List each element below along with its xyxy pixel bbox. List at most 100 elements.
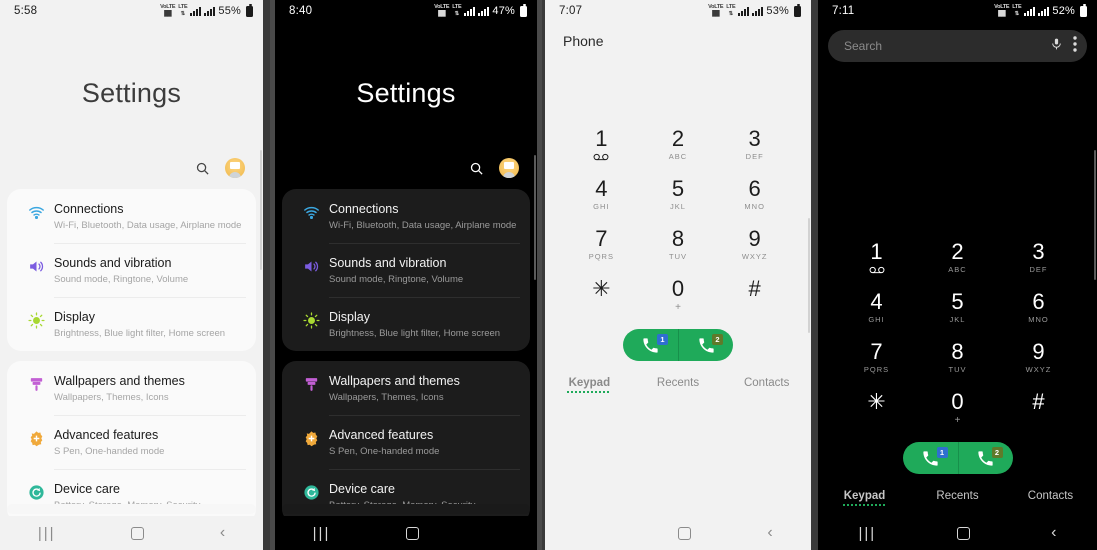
dialpad-key[interactable]: 8 TUV <box>640 227 717 262</box>
brightness-icon <box>19 308 54 329</box>
dialpad-key-number: 5 <box>951 289 964 314</box>
settings-row[interactable]: Connections Wi-Fi, Bluetooth, Data usage,… <box>282 189 530 243</box>
bottom-tabs: Keypad Recents Contacts <box>545 377 811 393</box>
dialpad-key[interactable]: # <box>716 277 793 313</box>
status-indicators: VoLTE ██ LTE ⇅ 53% <box>708 3 801 18</box>
recents-icon[interactable]: ||| <box>38 525 56 542</box>
battery-percent: 52% <box>1052 5 1075 17</box>
settings-row[interactable]: Connections Wi-Fi, Bluetooth, Data usage,… <box>7 189 256 243</box>
settings-row[interactable]: Device careBattery, Storage, Memory, Sec… <box>7 469 256 523</box>
dialpad-key[interactable]: 6 MNO <box>998 289 1079 325</box>
dialpad-key[interactable]: 5 JKL <box>640 177 717 212</box>
call-button-sim1[interactable]: 1 <box>903 442 958 474</box>
tab-recents[interactable]: Recents <box>634 377 723 393</box>
dialpad-key[interactable]: 7 PQRS <box>563 227 640 262</box>
search-icon[interactable] <box>191 157 213 179</box>
lte-icon: LTE ⇅ <box>1012 4 1022 17</box>
dialpad-key-number: 6 <box>1032 289 1045 314</box>
settings-row-subtitle: S Pen, One-handed mode <box>329 446 440 457</box>
settings-row-subtitle: Wi-Fi, Bluetooth, Data usage, Airplane m… <box>54 220 242 231</box>
dialpad-key[interactable]: 1 <box>836 240 917 274</box>
dialpad-key[interactable]: 2 ABC <box>917 240 998 275</box>
dialpad-key[interactable]: 3 DEF <box>998 240 1079 275</box>
signal-bars-sim2 <box>478 6 490 16</box>
settings-row[interactable]: Wallpapers and themes Wallpapers, Themes,… <box>7 361 256 415</box>
dialpad-key[interactable]: 6 MNO <box>716 177 793 212</box>
gear-plus-icon <box>19 426 54 447</box>
system-navigation-bar: ||| ‹ <box>0 516 263 550</box>
dialpad-key[interactable]: 5 JKL <box>917 289 998 325</box>
recents-icon[interactable]: ||| <box>313 525 331 542</box>
more-options-icon[interactable] <box>1073 35 1077 57</box>
status-bar: 7:11 VoLTE ██ LTE ⇅ 52% <box>818 0 1097 22</box>
dialpad-key[interactable]: 0 + <box>917 390 998 427</box>
microphone-icon[interactable] <box>1050 36 1063 57</box>
search-input[interactable]: Search <box>844 39 1040 53</box>
back-icon[interactable]: ‹ <box>220 524 225 542</box>
signal-bars-sim1 <box>190 6 202 16</box>
dialpad-key[interactable]: 1 <box>563 127 640 161</box>
dialpad: 1 2 ABC 3 DEF 4 GHI 5 JKL 6 MNO 7 PQRS 8 TUV 9 WXYZ ✳ 0 + # <box>545 127 811 314</box>
tab-recents[interactable]: Recents <box>911 490 1004 506</box>
dialpad-key[interactable]: 7 PQRS <box>836 340 917 375</box>
dialpad-key-letters: TUV <box>668 252 687 261</box>
signal-bars-sim2 <box>752 6 764 16</box>
call-button-sim2[interactable]: 2 <box>957 442 1013 474</box>
search-icon[interactable] <box>465 157 487 179</box>
scrollbar[interactable] <box>534 155 536 280</box>
dialpad-key[interactable]: 3 DEF <box>716 127 793 162</box>
dialpad-key-number: 1 <box>870 239 883 264</box>
scrollbar[interactable] <box>808 218 810 333</box>
back-icon[interactable]: ‹ <box>767 524 772 542</box>
search-bar[interactable]: Search <box>828 30 1087 62</box>
settings-row[interactable]: Advanced features S Pen, One-handed mode <box>282 415 530 469</box>
dialpad-key[interactable]: 2 ABC <box>640 127 717 162</box>
home-icon[interactable] <box>131 526 145 540</box>
tab-keypad[interactable]: Keypad <box>818 490 911 506</box>
dialpad-key[interactable]: 4 GHI <box>836 290 917 325</box>
recents-icon[interactable]: ||| <box>858 525 876 542</box>
settings-row[interactable]: Sounds and vibration Sound mode, Ringtone… <box>7 243 256 297</box>
dialpad-key-letters: JKL <box>949 315 966 324</box>
status-time: 7:11 <box>832 5 855 17</box>
dialpad-key[interactable]: 8 TUV <box>917 340 998 375</box>
back-icon[interactable]: ‹ <box>1051 524 1056 542</box>
settings-row[interactable]: Wallpapers and themes Wallpapers, Themes,… <box>282 361 530 415</box>
battery-icon <box>794 3 801 17</box>
settings-row[interactable]: Advanced features S Pen, One-handed mode <box>7 415 256 469</box>
sim2-badge: 2 <box>991 447 1003 458</box>
tab-keypad[interactable]: Keypad <box>545 377 634 393</box>
dialpad-key[interactable]: 9 WXYZ <box>716 227 793 262</box>
call-button-sim1[interactable]: 1 <box>623 329 678 361</box>
tab-contacts[interactable]: Contacts <box>1004 490 1097 506</box>
settings-row[interactable]: Display Brightness, Blue light filter, Ho… <box>7 297 256 351</box>
battery-icon <box>246 3 253 17</box>
status-bar: 5:58 VoLTE ██ LTE ⇅ 55% <box>0 0 263 22</box>
settings-row-title: Connections <box>329 202 399 216</box>
scrollbar[interactable] <box>1094 150 1096 280</box>
settings-row[interactable]: Display Brightness, Blue light filter, Ho… <box>282 297 530 351</box>
dialpad-key[interactable]: 4 GHI <box>563 177 640 212</box>
call-button-sim2[interactable]: 2 <box>678 329 733 361</box>
settings-row[interactable]: Device careBattery, Storage, Memory, Sec… <box>282 469 530 523</box>
dialpad-key[interactable]: 0 + <box>640 277 717 314</box>
avatar[interactable] <box>499 158 519 178</box>
tab-contacts[interactable]: Contacts <box>722 377 811 393</box>
dialpad-key[interactable]: ✳ <box>563 277 640 313</box>
settings-row-subtitle: Brightness, Blue light filter, Home scre… <box>329 328 501 339</box>
status-indicators: VoLTE ██ LTE ⇅ 55% <box>160 3 253 18</box>
scrollbar[interactable] <box>260 150 262 270</box>
home-icon[interactable] <box>957 526 971 540</box>
status-bar: 7:07 VoLTE ██ LTE ⇅ 53% <box>545 0 811 22</box>
home-icon[interactable] <box>405 526 419 540</box>
settings-row-title: Connections <box>54 202 124 216</box>
speaker-icon <box>19 254 54 275</box>
settings-row[interactable]: Sounds and vibration Sound mode, Ringtone… <box>282 243 530 297</box>
sim1-badge: 1 <box>936 447 948 458</box>
avatar[interactable] <box>225 158 245 178</box>
home-icon[interactable] <box>677 526 691 540</box>
dialpad-key[interactable]: 9 WXYZ <box>998 340 1079 375</box>
dialpad-key[interactable]: # <box>998 390 1079 426</box>
dialpad-key[interactable]: ✳ <box>836 390 917 426</box>
settings-row-title: Display <box>329 310 370 324</box>
